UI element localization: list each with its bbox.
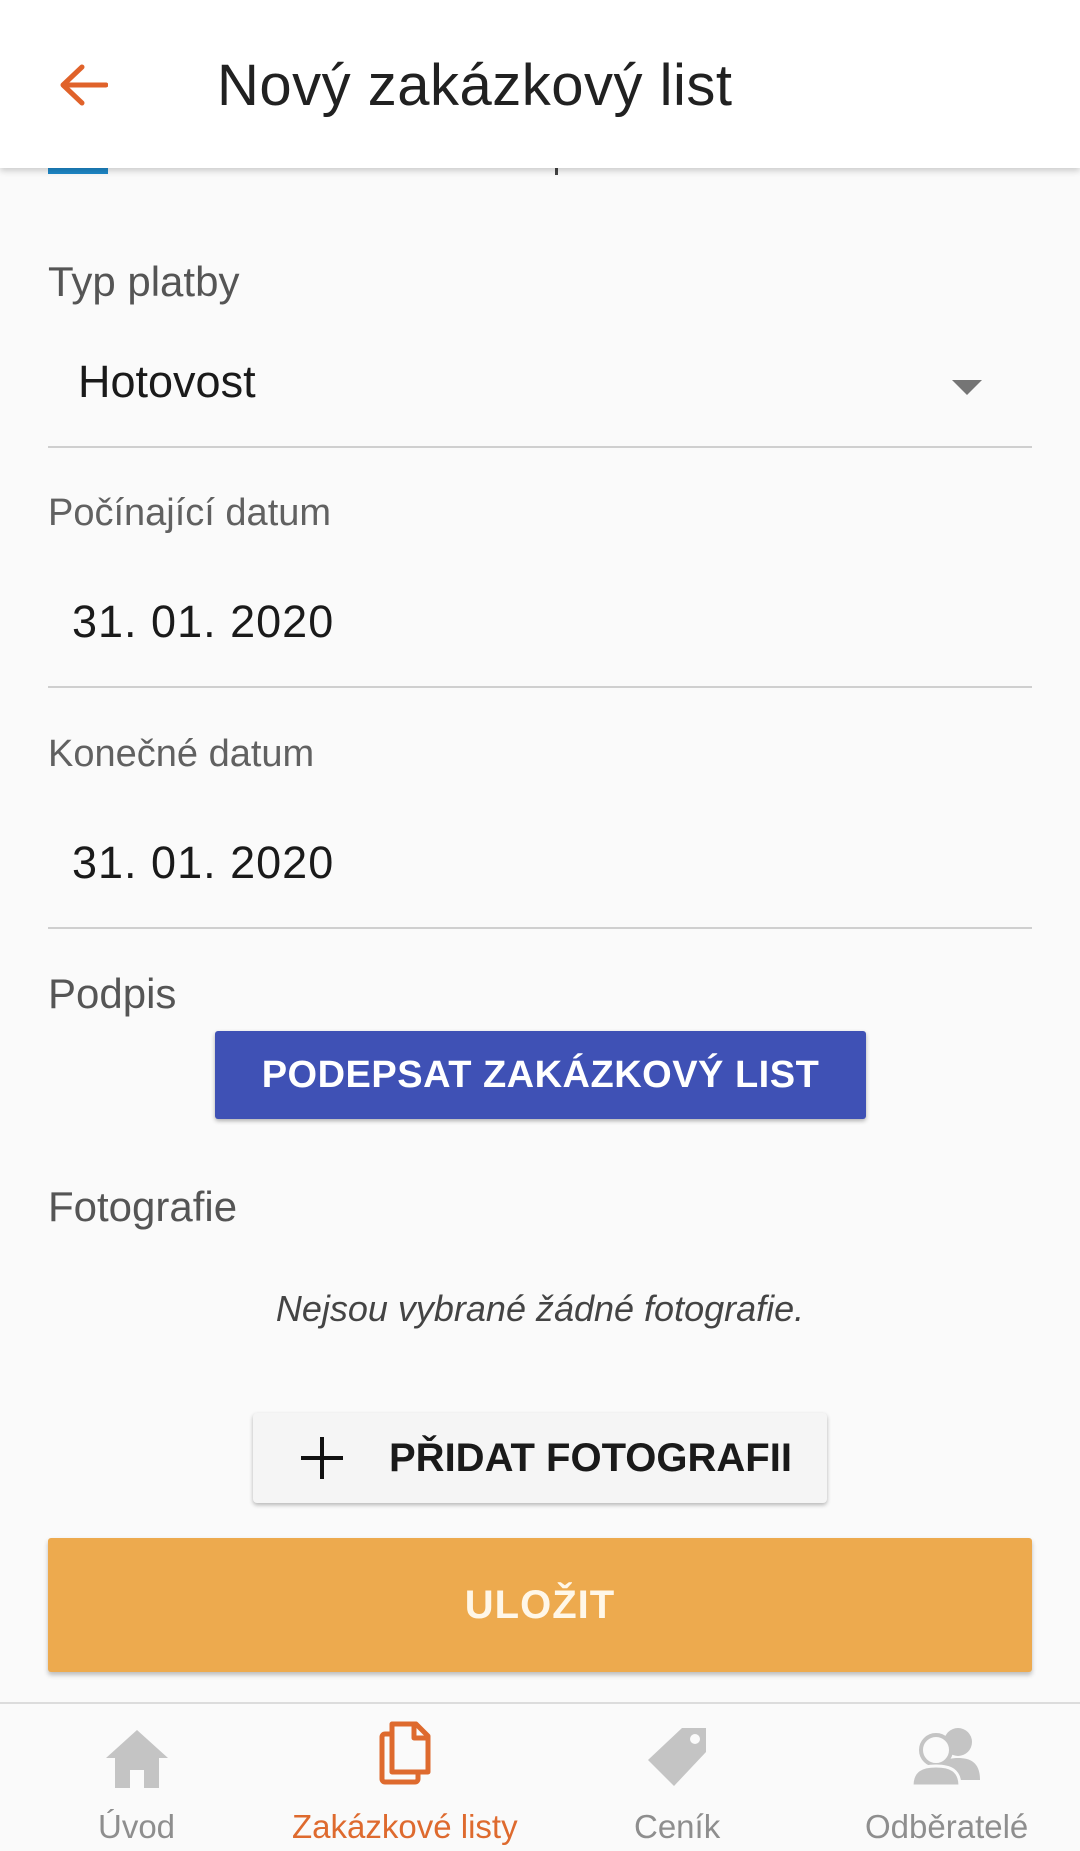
nav-label-home: Úvod	[98, 1808, 176, 1845]
end-date-label: Konečné datum	[48, 733, 315, 775]
bottom-navigation: Úvod Zakázkové listy Ceník Odběratelé	[0, 1702, 1080, 1851]
payment-type-label: Typ platby	[48, 258, 240, 305]
price-tag-icon	[648, 1728, 706, 1786]
nav-item-orders[interactable]: Zakázkové listy	[285, 1704, 535, 1851]
tab-indicator	[48, 168, 108, 174]
customers-icon	[910, 1728, 980, 1788]
start-date-label: Počínající datum	[48, 492, 332, 534]
back-arrow-icon	[60, 64, 108, 106]
photos-label: Fotografie	[48, 1183, 238, 1230]
nav-label-pricelist: Ceník	[634, 1808, 721, 1845]
start-date-value: 31. 01. 2020	[72, 596, 335, 647]
no-photos-message: Nejsou vybrané žádné fotografie.	[275, 1288, 805, 1329]
payment-type-value: Hotovost	[78, 356, 256, 407]
nav-item-customers[interactable]: Odběratelé	[860, 1704, 1030, 1851]
add-photo-label: PŘIDAT FOTOGRAFII	[389, 1436, 792, 1480]
add-photo-button[interactable]: PŘIDAT FOTOGRAFII	[253, 1413, 827, 1503]
back-button[interactable]	[48, 50, 118, 120]
app-bar: Nový zakázkový list	[0, 0, 1080, 168]
end-date-field[interactable]: 31. 01. 2020	[48, 827, 1032, 929]
save-button[interactable]: ULOŽIT	[48, 1538, 1032, 1672]
tab-divider	[555, 168, 558, 175]
nav-item-home[interactable]: Úvod	[60, 1704, 210, 1851]
end-date-value: 31. 01. 2020	[72, 837, 335, 888]
documents-icon	[379, 1721, 431, 1785]
page-title: Nový zakázkový list	[217, 53, 733, 118]
dropdown-arrow-icon	[952, 380, 982, 395]
signature-label: Podpis	[48, 970, 177, 1017]
nav-label-customers: Odběratelé	[865, 1808, 1029, 1845]
nav-label-orders: Zakázkové listy	[292, 1808, 518, 1845]
payment-type-select[interactable]: Hotovost	[48, 346, 1032, 448]
start-date-field[interactable]: 31. 01. 2020	[48, 586, 1032, 688]
sign-button[interactable]: PODEPSAT ZAKÁZKOVÝ LIST	[215, 1031, 866, 1119]
home-icon	[106, 1730, 168, 1788]
plus-icon	[301, 1437, 343, 1479]
nav-item-pricelist[interactable]: Ceník	[620, 1704, 740, 1851]
